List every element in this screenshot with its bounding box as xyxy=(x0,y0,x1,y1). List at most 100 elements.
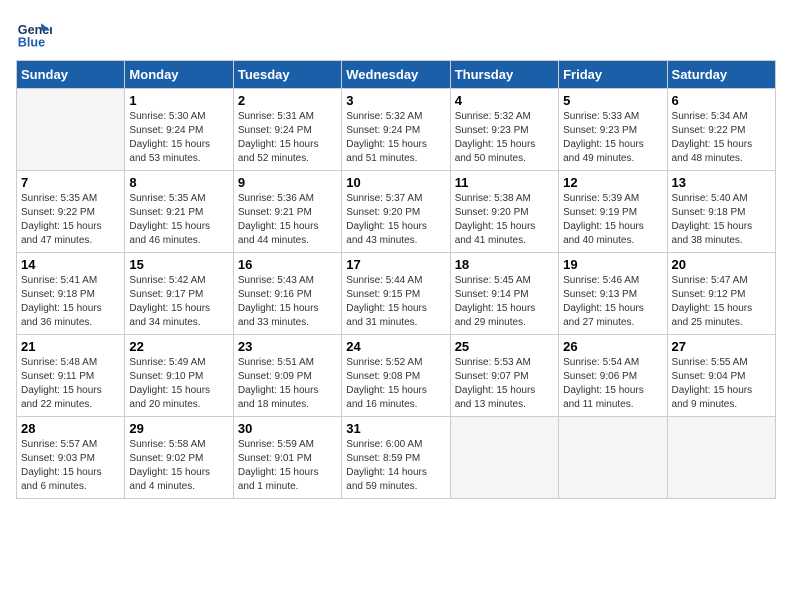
calendar: SundayMondayTuesdayWednesdayThursdayFrid… xyxy=(16,60,776,499)
day-info: Sunrise: 5:39 AM Sunset: 9:19 PM Dayligh… xyxy=(563,192,662,248)
day-info: Sunrise: 5:52 AM Sunset: 9:08 PM Dayligh… xyxy=(346,356,445,412)
weekday-header: Thursday xyxy=(450,61,558,89)
calendar-cell: 2 Sunrise: 5:31 AM Sunset: 9:24 PM Daylig… xyxy=(233,89,341,171)
calendar-cell: 15 Sunrise: 5:42 AM Sunset: 9:17 PM Dayli… xyxy=(125,253,233,335)
day-info: Sunrise: 5:40 AM Sunset: 9:18 PM Dayligh… xyxy=(672,192,771,248)
day-number: 5 xyxy=(563,93,662,108)
calendar-cell: 8Sunrise: 5:35 AM Sunset: 9:21 PM Daylig… xyxy=(125,171,233,253)
calendar-cell: 17 Sunrise: 5:44 AM Sunset: 9:15 PM Dayli… xyxy=(342,253,450,335)
day-number: 24 xyxy=(346,339,445,354)
weekday-header: Tuesday xyxy=(233,61,341,89)
logo-icon: General Blue xyxy=(16,16,52,52)
day-info: Sunrise: 5:30 AM Sunset: 9:24 PM Dayligh… xyxy=(129,110,228,166)
calendar-cell: 28 Sunrise: 5:57 AM Sunset: 9:03 PM Dayli… xyxy=(17,417,125,499)
day-info: Sunrise: 5:59 AM Sunset: 9:01 PM Dayligh… xyxy=(238,438,337,494)
header: General Blue xyxy=(16,16,776,52)
calendar-cell: 31 Sunrise: 6:00 AM Sunset: 8:59 PM Dayli… xyxy=(342,417,450,499)
day-number: 7 xyxy=(21,175,120,190)
day-number: 26 xyxy=(563,339,662,354)
calendar-cell: 26 Sunrise: 5:54 AM Sunset: 9:06 PM Dayli… xyxy=(559,335,667,417)
calendar-cell: 14Sunrise: 5:41 AM Sunset: 9:18 PM Dayli… xyxy=(17,253,125,335)
day-number: 22 xyxy=(129,339,228,354)
day-number: 1 xyxy=(129,93,228,108)
calendar-cell: 1 Sunrise: 5:30 AM Sunset: 9:24 PM Daylig… xyxy=(125,89,233,171)
calendar-week-row: 28 Sunrise: 5:57 AM Sunset: 9:03 PM Dayli… xyxy=(17,417,776,499)
calendar-week-row: 21 Sunrise: 5:48 AM Sunset: 9:11 PM Dayli… xyxy=(17,335,776,417)
day-info: Sunrise: 5:54 AM Sunset: 9:06 PM Dayligh… xyxy=(563,356,662,412)
day-info: Sunrise: 5:36 AM Sunset: 9:21 PM Dayligh… xyxy=(238,192,337,248)
calendar-cell: 20Sunrise: 5:47 AM Sunset: 9:12 PM Dayli… xyxy=(667,253,775,335)
weekday-header: Monday xyxy=(125,61,233,89)
day-number: 16 xyxy=(238,257,337,272)
day-number: 8 xyxy=(129,175,228,190)
calendar-cell: 21 Sunrise: 5:48 AM Sunset: 9:11 PM Dayli… xyxy=(17,335,125,417)
calendar-cell: 18 Sunrise: 5:45 AM Sunset: 9:14 PM Dayli… xyxy=(450,253,558,335)
day-info: Sunrise: 5:32 AM Sunset: 9:23 PM Dayligh… xyxy=(455,110,554,166)
calendar-cell: 24 Sunrise: 5:52 AM Sunset: 9:08 PM Dayli… xyxy=(342,335,450,417)
day-info: Sunrise: 5:48 AM Sunset: 9:11 PM Dayligh… xyxy=(21,356,120,412)
calendar-cell xyxy=(17,89,125,171)
calendar-cell: 3 Sunrise: 5:32 AM Sunset: 9:24 PM Daylig… xyxy=(342,89,450,171)
day-info: Sunrise: 5:44 AM Sunset: 9:15 PM Dayligh… xyxy=(346,274,445,330)
day-info: Sunrise: 5:58 AM Sunset: 9:02 PM Dayligh… xyxy=(129,438,228,494)
calendar-cell xyxy=(559,417,667,499)
day-info: Sunrise: 5:47 AM Sunset: 9:12 PM Dayligh… xyxy=(672,274,771,330)
day-info: Sunrise: 5:38 AM Sunset: 9:20 PM Dayligh… xyxy=(455,192,554,248)
weekday-header: Friday xyxy=(559,61,667,89)
day-number: 10 xyxy=(346,175,445,190)
day-info: Sunrise: 5:37 AM Sunset: 9:20 PM Dayligh… xyxy=(346,192,445,248)
day-number: 15 xyxy=(129,257,228,272)
day-info: Sunrise: 5:32 AM Sunset: 9:24 PM Dayligh… xyxy=(346,110,445,166)
calendar-week-row: 1 Sunrise: 5:30 AM Sunset: 9:24 PM Daylig… xyxy=(17,89,776,171)
day-number: 19 xyxy=(563,257,662,272)
day-number: 3 xyxy=(346,93,445,108)
day-number: 27 xyxy=(672,339,771,354)
day-number: 4 xyxy=(455,93,554,108)
day-number: 21 xyxy=(21,339,120,354)
day-number: 13 xyxy=(672,175,771,190)
calendar-cell: 6 Sunrise: 5:34 AM Sunset: 9:22 PM Daylig… xyxy=(667,89,775,171)
day-number: 6 xyxy=(672,93,771,108)
day-number: 14 xyxy=(21,257,120,272)
calendar-cell: 23Sunrise: 5:51 AM Sunset: 9:09 PM Dayli… xyxy=(233,335,341,417)
day-number: 9 xyxy=(238,175,337,190)
weekday-header: Saturday xyxy=(667,61,775,89)
day-info: Sunrise: 5:51 AM Sunset: 9:09 PM Dayligh… xyxy=(238,356,337,412)
day-number: 28 xyxy=(21,421,120,436)
calendar-cell xyxy=(450,417,558,499)
day-number: 12 xyxy=(563,175,662,190)
day-info: Sunrise: 5:57 AM Sunset: 9:03 PM Dayligh… xyxy=(21,438,120,494)
day-info: Sunrise: 5:43 AM Sunset: 9:16 PM Dayligh… xyxy=(238,274,337,330)
calendar-cell: 12 Sunrise: 5:39 AM Sunset: 9:19 PM Dayli… xyxy=(559,171,667,253)
day-info: Sunrise: 5:33 AM Sunset: 9:23 PM Dayligh… xyxy=(563,110,662,166)
day-info: Sunrise: 5:53 AM Sunset: 9:07 PM Dayligh… xyxy=(455,356,554,412)
day-info: Sunrise: 5:34 AM Sunset: 9:22 PM Dayligh… xyxy=(672,110,771,166)
day-number: 11 xyxy=(455,175,554,190)
day-info: Sunrise: 5:49 AM Sunset: 9:10 PM Dayligh… xyxy=(129,356,228,412)
day-number: 25 xyxy=(455,339,554,354)
calendar-cell: 16 Sunrise: 5:43 AM Sunset: 9:16 PM Dayli… xyxy=(233,253,341,335)
calendar-cell: 5 Sunrise: 5:33 AM Sunset: 9:23 PM Daylig… xyxy=(559,89,667,171)
weekday-header: Wednesday xyxy=(342,61,450,89)
day-info: Sunrise: 5:46 AM Sunset: 9:13 PM Dayligh… xyxy=(563,274,662,330)
day-number: 18 xyxy=(455,257,554,272)
calendar-cell: 30 Sunrise: 5:59 AM Sunset: 9:01 PM Dayli… xyxy=(233,417,341,499)
calendar-cell: 4 Sunrise: 5:32 AM Sunset: 9:23 PM Daylig… xyxy=(450,89,558,171)
calendar-cell: 13 Sunrise: 5:40 AM Sunset: 9:18 PM Dayli… xyxy=(667,171,775,253)
day-number: 2 xyxy=(238,93,337,108)
day-number: 31 xyxy=(346,421,445,436)
day-info: Sunrise: 5:31 AM Sunset: 9:24 PM Dayligh… xyxy=(238,110,337,166)
calendar-cell: 29Sunrise: 5:58 AM Sunset: 9:02 PM Dayli… xyxy=(125,417,233,499)
day-info: Sunrise: 6:00 AM Sunset: 8:59 PM Dayligh… xyxy=(346,438,445,494)
day-info: Sunrise: 5:42 AM Sunset: 9:17 PM Dayligh… xyxy=(129,274,228,330)
day-number: 17 xyxy=(346,257,445,272)
day-info: Sunrise: 5:35 AM Sunset: 9:22 PM Dayligh… xyxy=(21,192,120,248)
calendar-cell: 10 Sunrise: 5:37 AM Sunset: 9:20 PM Dayli… xyxy=(342,171,450,253)
calendar-cell xyxy=(667,417,775,499)
calendar-week-row: 14Sunrise: 5:41 AM Sunset: 9:18 PM Dayli… xyxy=(17,253,776,335)
day-info: Sunrise: 5:45 AM Sunset: 9:14 PM Dayligh… xyxy=(455,274,554,330)
logo: General Blue xyxy=(16,16,54,52)
calendar-cell: 19 Sunrise: 5:46 AM Sunset: 9:13 PM Dayli… xyxy=(559,253,667,335)
day-number: 30 xyxy=(238,421,337,436)
weekday-header-row: SundayMondayTuesdayWednesdayThursdayFrid… xyxy=(17,61,776,89)
